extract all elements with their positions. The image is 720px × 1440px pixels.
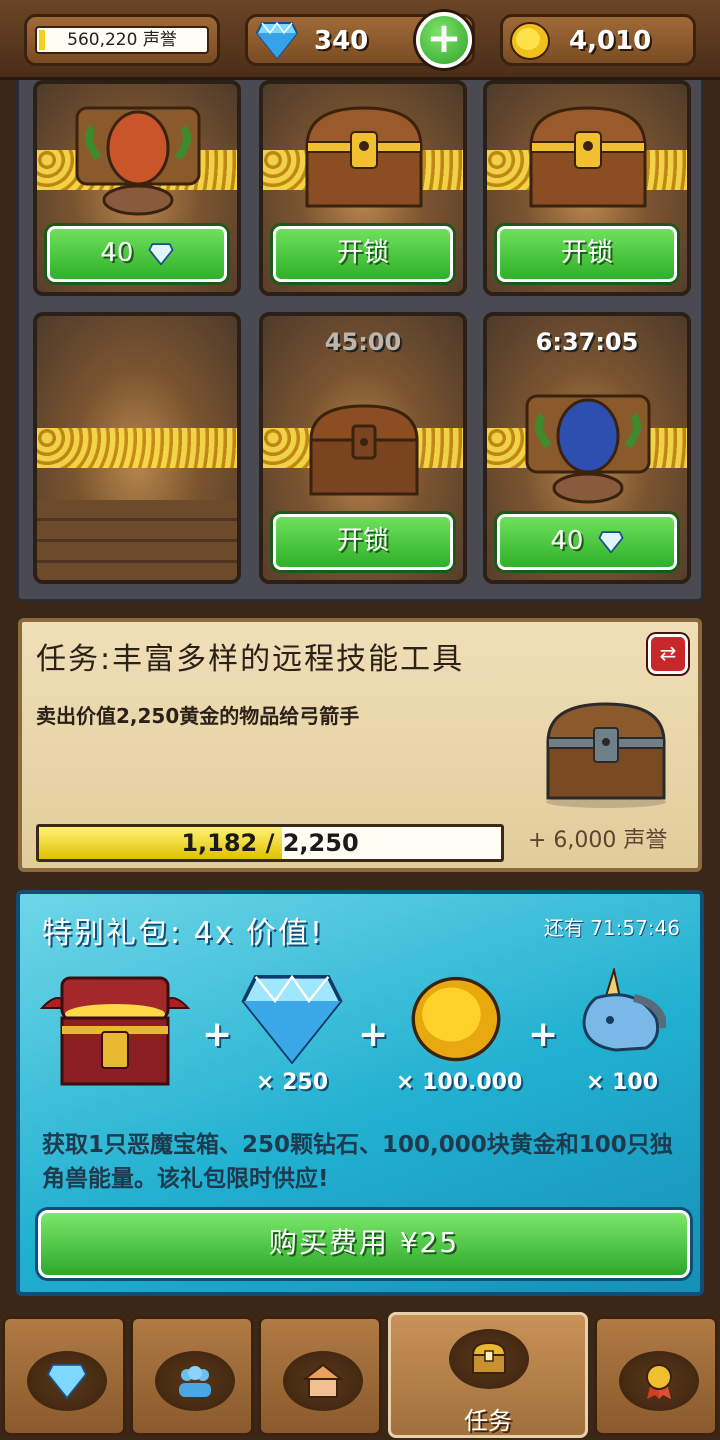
chest-slot-4-empty [33,312,241,584]
nav-people[interactable] [130,1316,254,1436]
nav-quests[interactable]: 任务 [388,1312,588,1438]
diamond-quantity: × 250 [256,1070,329,1095]
nav-achievements[interactable] [594,1316,718,1436]
offer-description: 获取1只恶魔宝箱、250颗钻石、100,000块黄金和100只独角兽能量。该礼包… [42,1132,673,1192]
gold-coin-icon [510,22,550,60]
wood-floor [37,500,237,580]
unlock-button[interactable]: 开锁 [273,226,453,282]
chest-timer: 6:37:05 [535,328,639,356]
nav-disc [449,1329,529,1389]
progress-text: 1,182 / 2,250 [181,829,359,857]
unicorn-icon [582,968,666,1052]
gold-chest-icon [529,106,647,208]
quest-panel: 任务:丰富多样的远程技能工具 ⇄ 卖出价值2,250黄金的物品给弓箭手 1,18… [18,618,702,872]
gold-chest-icon [305,106,423,208]
nav-disc [27,1351,107,1411]
special-offer-panel: 特别礼包: 4x 价值! 还有 71:57:46 + × 250 + × 100… [16,890,704,1296]
quest-description: 卖出价值2,250黄金的物品给弓箭手 [36,704,360,728]
diamond-icon [241,974,343,1064]
plus-sign: + [358,1014,389,1055]
gold-counter: 4,010 [500,14,696,66]
wooden-chest-icon [309,404,419,496]
nav-disc [283,1351,363,1411]
plus-sign: + [202,1014,233,1055]
medal-icon [646,1364,672,1399]
unlock-button[interactable]: 开锁 [497,226,677,282]
swap-quest-button[interactable]: ⇄ [648,634,688,674]
unlock-button[interactable]: 开锁 [273,514,453,570]
gold-count: 4,010 [569,26,652,56]
monster-bag-orange-icon [75,106,201,216]
button-label: 40 [100,238,134,268]
nav-gems[interactable] [2,1316,126,1436]
nav-shop[interactable] [258,1316,382,1436]
chest-slot-2[interactable]: 开锁 [259,80,467,296]
diamond-icon [598,530,624,553]
button-label: 开锁 [336,526,389,556]
plus-sign: + [528,1014,559,1055]
add-gems-button[interactable]: + [416,12,472,68]
reputation-box: 560,220 声誉 [24,14,220,66]
buy-button[interactable]: 购买费用 ¥25 [38,1210,690,1278]
monster-bag-blue-icon [525,394,651,504]
unlock-gems-button[interactable]: 40 [47,226,227,282]
chest-slot-3[interactable]: 开锁 [483,80,691,296]
quest-reward: + 6,000 声誉 [528,828,668,853]
diamond-icon [148,242,174,265]
button-label: 开锁 [336,238,389,268]
gold-quantity: × 100.000 [396,1070,523,1095]
quest-title: 任务:丰富多样的远程技能工具 [36,642,465,677]
nav-disc [619,1351,699,1411]
unlock-gems-button[interactable]: 40 [497,514,677,570]
unicorn-quantity: × 100 [586,1070,659,1095]
chest-icon [471,1341,507,1374]
top-bar: 560,220 声誉 340 + 4,010 [0,0,720,80]
reputation-value: 560,220 声誉 [35,26,209,54]
people-icon [179,1366,211,1397]
chest-slot-5[interactable]: 45:00 开锁 [259,312,467,584]
nav-label: 任务 [464,1407,512,1435]
chest-grid: 40 开锁 开锁 45:00 开锁 6:37:05 40 [16,80,704,602]
iron-chest-icon [546,702,666,808]
diamond-icon [256,21,298,59]
gold-pile [37,428,237,468]
offer-title: 特别礼包: 4x 价值! [42,916,325,951]
gems-icon [47,1363,87,1400]
shop-icon [303,1363,343,1398]
chest-slot-6[interactable]: 6:37:05 40 [483,312,691,584]
chest-slot-1[interactable]: 40 [33,80,241,296]
button-label: 开锁 [560,238,613,268]
bottom-nav: 任务 [0,1312,720,1440]
gem-count: 340 [314,26,369,56]
nav-disc [155,1351,235,1411]
button-label: 40 [550,526,584,556]
gold-coin-icon [411,976,501,1062]
demon-chest-icon [40,976,190,1086]
chest-timer: 45:00 [324,328,402,356]
quest-progress-bar: 1,182 / 2,250 [36,824,504,862]
offer-timer: 还有 71:57:46 [543,916,680,940]
